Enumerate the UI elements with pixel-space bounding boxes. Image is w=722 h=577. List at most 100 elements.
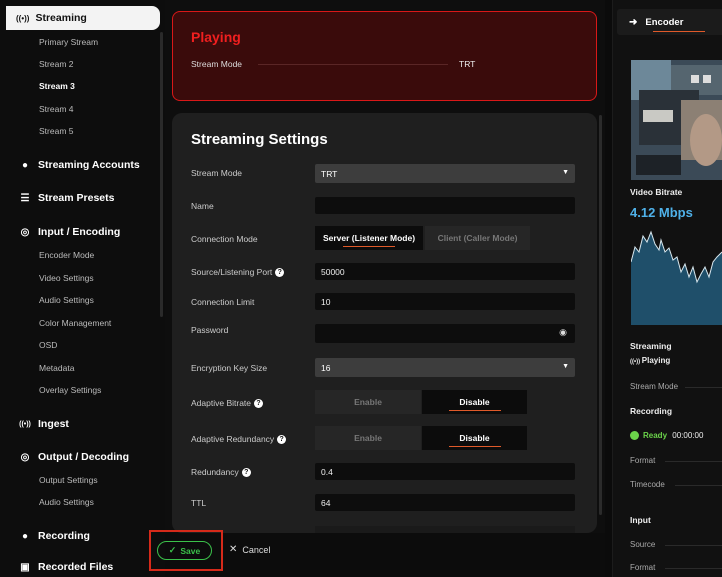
sidebar-subitem-osd[interactable]: OSD [39, 340, 57, 350]
adaptive-redundancy-enable-button[interactable]: Enable [315, 426, 421, 450]
redundancy-field[interactable]: 0.4 [315, 463, 575, 480]
option-label: Enable [354, 433, 382, 443]
connection-mode-label: Connection Mode [191, 234, 258, 244]
sidebar-scrollbar[interactable] [160, 32, 163, 317]
select-value: 16 [321, 362, 331, 373]
sidebar-subitem-stream-5[interactable]: Stream 5 [39, 126, 74, 136]
main-scrollbar[interactable] [599, 115, 602, 515]
stream-status-title: Playing [191, 29, 241, 45]
sidebar-item-label: Output / Decoding [38, 451, 129, 463]
sidebar-subitem-video-settings[interactable]: Video Settings [39, 273, 94, 283]
name-label: Name [191, 201, 214, 211]
sidebar-item-label: Streaming [35, 12, 87, 24]
password-label: Password [191, 325, 229, 335]
option-label: Disable [459, 433, 490, 443]
connection-mode-server-button[interactable]: Server (Listener Mode) [315, 226, 423, 250]
sidebar-item-streaming[interactable]: ((•)) Streaming [6, 6, 160, 30]
adaptive-bitrate-disable-button[interactable]: Disable [422, 390, 527, 414]
streaming-label: Streaming [630, 341, 672, 351]
bitrate-graph [631, 222, 722, 325]
divider [665, 461, 722, 462]
recording-time: 00:00:00 [672, 431, 704, 440]
adaptive-bitrate-enable-button[interactable]: Enable [315, 390, 421, 414]
adaptive-redundancy-disable-button[interactable]: Disable [422, 426, 527, 450]
format-label: Format [630, 456, 656, 465]
sidebar-subitem-encoder-mode[interactable]: Encoder Mode [39, 250, 94, 260]
video-bitrate-label: Video Bitrate [630, 187, 683, 197]
label-text: Source/Listening Port [191, 267, 273, 277]
connection-mode-client-button[interactable]: Client (Caller Mode) [425, 226, 530, 250]
divider [685, 387, 722, 388]
help-icon[interactable]: ? [254, 398, 264, 408]
video-bitrate-value: 4.12 Mbps [630, 205, 693, 220]
recording-status-text: Ready [643, 431, 668, 440]
recording-status: Ready 00:00:00 [630, 431, 704, 441]
select-value: TRT [321, 168, 338, 179]
stream-mode-select[interactable]: TRT ▼ [315, 164, 575, 183]
sidebar-subitem-stream-4[interactable]: Stream 4 [39, 104, 74, 114]
settings-title: Streaming Settings [191, 131, 328, 148]
stream-mode-label: Stream Mode [191, 168, 243, 178]
sidebar-subitem-output-settings[interactable]: Output Settings [39, 475, 98, 485]
sidebar-item-label: Input / Encoding [38, 226, 121, 238]
sidebar-item-input-encoding[interactable]: ◎ Input / Encoding [18, 226, 121, 238]
eye-slash-icon[interactable]: ◉ [559, 327, 567, 338]
sidebar-subitem-color-management[interactable]: Color Management [39, 318, 111, 328]
timecode-label: Timecode [630, 480, 665, 489]
encryption-key-size-select[interactable]: 16 ▼ [315, 358, 575, 377]
tab-encoder[interactable]: ➜ Encoder [617, 9, 722, 35]
save-button[interactable]: ✓ Save [157, 541, 212, 560]
broadcast-icon: ((•)) [19, 420, 31, 428]
caret-down-icon: ▼ [562, 169, 569, 176]
sidebar-item-output-decoding[interactable]: ◎ Output / Decoding [18, 451, 129, 463]
help-icon[interactable]: ? [241, 467, 251, 477]
divider [665, 545, 722, 546]
password-field[interactable]: ◉ [315, 324, 575, 343]
connection-limit-field[interactable]: 10 [315, 293, 575, 310]
active-underline [653, 31, 705, 32]
cancel-button[interactable]: ✕ Cancel [229, 544, 270, 555]
save-label: Save [180, 545, 201, 556]
broadcast-icon: ((•)) [630, 359, 642, 365]
ttl-label: TTL [191, 498, 207, 508]
sidebar-item-recorded-files[interactable]: ▣ Recorded Files [18, 561, 113, 573]
connection-limit-label: Connection Limit [191, 297, 255, 307]
sidebar-subitem-audio-settings[interactable]: Audio Settings [39, 295, 94, 305]
action-bar [165, 533, 605, 577]
sidebar-item-recording[interactable]: ● Recording [18, 530, 90, 542]
active-underline [343, 246, 395, 247]
sidebar-subitem-primary-stream[interactable]: Primary Stream [39, 37, 98, 47]
input-label: Input [630, 515, 651, 525]
sidebar-item-stream-presets[interactable]: ☰ Stream Presets [18, 192, 115, 204]
help-icon[interactable]: ? [277, 434, 287, 444]
port-label: Source/Listening Port ? [191, 267, 285, 277]
partial-field[interactable] [315, 526, 575, 533]
streaming-status-text: Playing [641, 356, 671, 365]
stream-mode-label: Stream Mode [191, 59, 243, 69]
option-label: Client (Caller Mode) [437, 233, 518, 243]
sidebar-subitem-metadata[interactable]: Metadata [39, 363, 74, 373]
divider [665, 568, 722, 569]
sidebar-item-label: Recorded Files [38, 561, 114, 573]
label-text: Adaptive Bitrate [191, 398, 252, 408]
port-field[interactable]: 50000 [315, 263, 575, 280]
sidebar-subitem-stream-3[interactable]: Stream 3 [39, 81, 75, 91]
input-format-label: Format [630, 563, 656, 572]
sidebar-subitem-overlay-settings[interactable]: Overlay Settings [39, 385, 101, 395]
sidebar-subitem-stream-2[interactable]: Stream 2 [39, 59, 74, 69]
sidebar-item-label: Ingest [38, 418, 69, 430]
recording-label: Recording [630, 406, 673, 416]
sidebar-subitem-audio-settings-output[interactable]: Audio Settings [39, 497, 94, 507]
sidebar-item-streaming-accounts[interactable]: ● Streaming Accounts [18, 159, 140, 171]
sidebar-item-ingest[interactable]: ((•)) Ingest [18, 418, 69, 430]
broadcast-icon: ((•)) [16, 13, 30, 23]
streaming-settings-card: Streaming Settings Stream Mode TRT ▼ Nam… [172, 113, 597, 533]
ttl-field[interactable]: 64 [315, 494, 575, 511]
cancel-label: Cancel [242, 544, 271, 555]
file-icon: ▣ [20, 561, 30, 573]
option-label: Enable [354, 397, 382, 407]
name-field[interactable] [315, 197, 575, 214]
caret-down-icon: ▼ [562, 363, 569, 370]
help-icon[interactable]: ? [275, 267, 285, 277]
encryption-key-size-label: Encryption Key Size [191, 363, 268, 373]
